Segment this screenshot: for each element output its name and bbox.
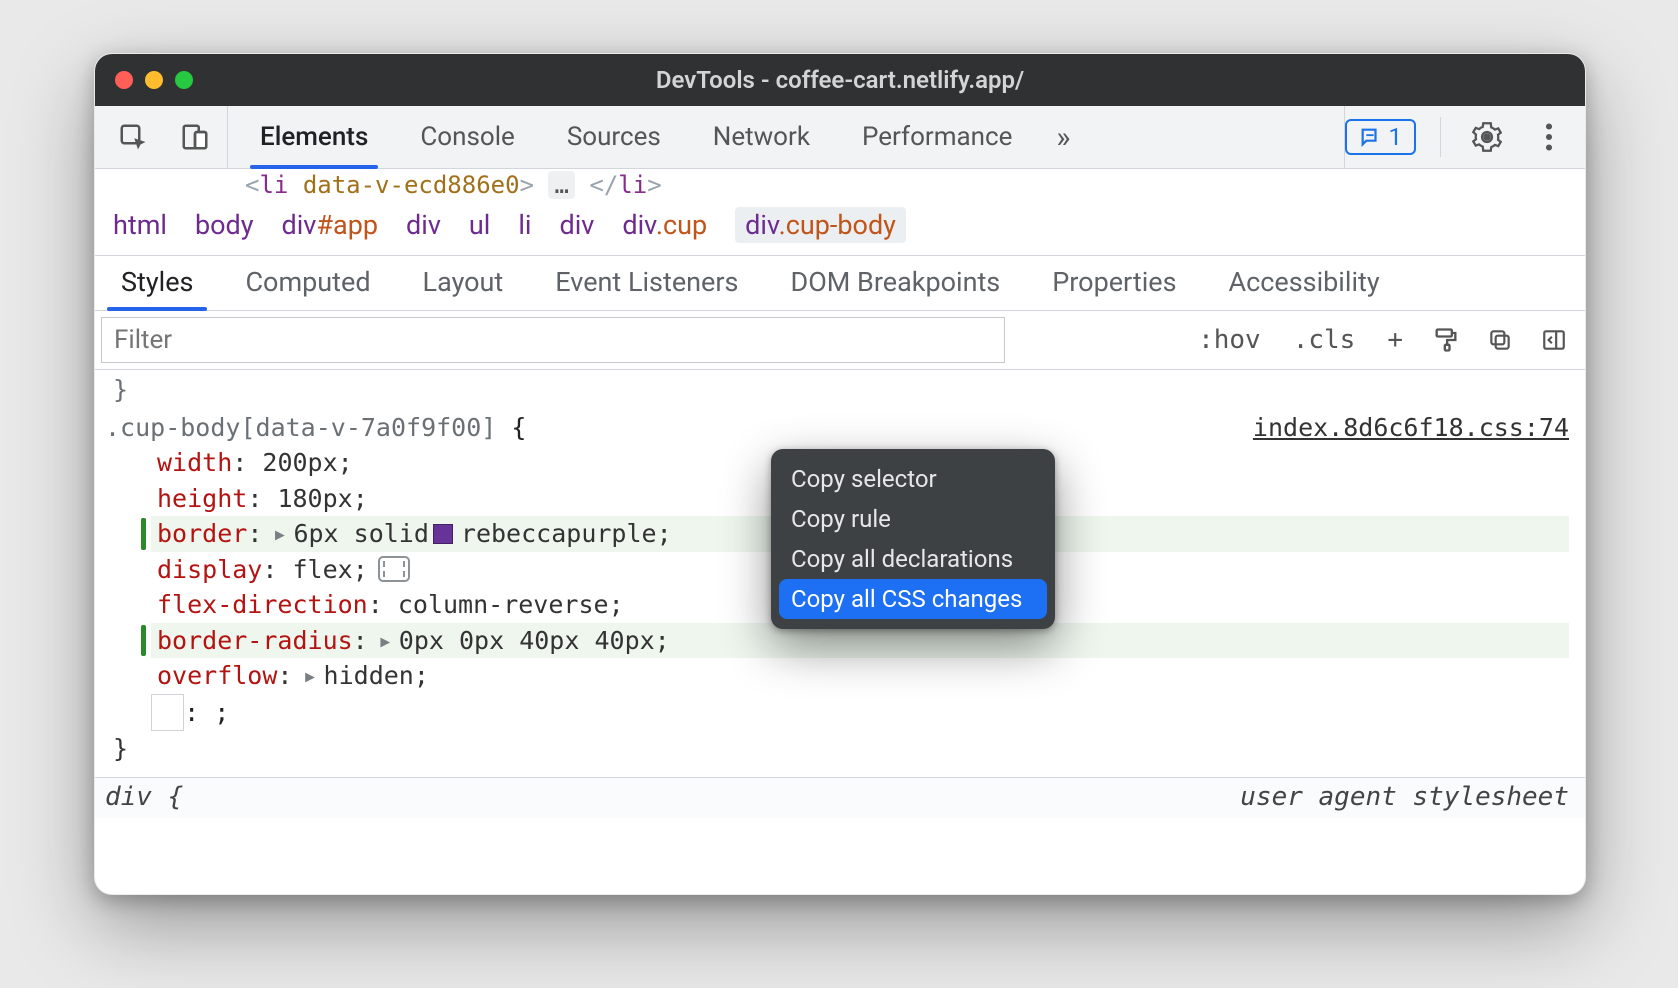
expand-icon[interactable]: ▸ [302, 658, 317, 694]
copy-icon[interactable] [1481, 321, 1519, 359]
styles-filter-input[interactable] [101, 317, 1005, 363]
rule-source-link[interactable]: index.8d6c6f18.css:74 [1253, 410, 1569, 446]
kebab-menu-icon[interactable] [1527, 115, 1571, 159]
tab-elements[interactable]: Elements [234, 106, 394, 168]
settings-icon[interactable] [1465, 115, 1509, 159]
dom-peek: <li data-v-ecd886e0> … </li> [95, 169, 1585, 201]
crumb-div2[interactable]: div [560, 209, 595, 241]
rule-selector[interactable]: .cup-body[data-v-7a0f9f00] [105, 413, 496, 442]
crumb-html[interactable]: html [113, 209, 167, 241]
window-title: DevTools - coffee-cart.netlify.app/ [95, 66, 1585, 94]
crumb-ul[interactable]: ul [469, 209, 490, 241]
crumb-div-app[interactable]: div#app [282, 209, 379, 241]
tab-performance[interactable]: Performance [836, 106, 1038, 168]
ctx-copy-all-css-changes[interactable]: Copy all CSS changes [779, 579, 1047, 619]
tabs-overflow[interactable]: » [1038, 106, 1088, 168]
cls-toggle[interactable]: .cls [1285, 321, 1364, 359]
crumb-body[interactable]: body [195, 209, 254, 241]
toolbar-left [101, 106, 228, 168]
device-toolbar-icon[interactable] [173, 115, 217, 159]
new-declaration[interactable]: : ; [105, 694, 1569, 732]
user-agent-rule: div { user agent stylesheet [95, 777, 1585, 818]
ctx-copy-rule[interactable]: Copy rule [779, 499, 1047, 539]
ua-selector[interactable]: div { [105, 782, 183, 812]
minimize-window-button[interactable] [145, 71, 163, 89]
devtools-window: DevTools - coffee-cart.netlify.app/ Elem… [94, 53, 1586, 895]
hov-toggle[interactable]: :hov [1190, 321, 1269, 359]
subtab-accessibility[interactable]: Accessibility [1203, 256, 1406, 310]
color-swatch-icon[interactable] [433, 524, 453, 544]
main-tabstrip: Elements Console Sources Network Perform… [95, 106, 1585, 169]
styles-filter-tools: :hov .cls + [1178, 321, 1585, 359]
context-menu: Copy selector Copy rule Copy all declara… [771, 449, 1055, 629]
tab-console[interactable]: Console [394, 106, 540, 168]
crumb-div-cup-body[interactable]: div.cup-body [735, 207, 906, 243]
decl-overflow[interactable]: overflow: ▸ hidden; [151, 658, 1569, 694]
ctx-copy-selector[interactable]: Copy selector [779, 459, 1047, 499]
flex-badge-icon[interactable] [378, 556, 410, 582]
subtab-properties[interactable]: Properties [1026, 256, 1202, 310]
separator [1440, 117, 1441, 157]
issues-icon [1359, 126, 1381, 148]
crumb-div-cup[interactable]: div.cup [622, 209, 707, 241]
ua-label: user agent stylesheet [1240, 782, 1569, 812]
styles-filterbar: :hov .cls + [95, 311, 1585, 370]
styles-subtabs: Styles Computed Layout Event Listeners D… [95, 256, 1585, 311]
tab-network[interactable]: Network [687, 106, 836, 168]
subtab-layout[interactable]: Layout [397, 256, 530, 310]
close-window-button[interactable] [115, 71, 133, 89]
expand-icon[interactable]: ▸ [272, 516, 287, 552]
subtab-dom-breakpoints[interactable]: DOM Breakpoints [764, 256, 1026, 310]
issues-count: 1 [1389, 123, 1403, 151]
titlebar: DevTools - coffee-cart.netlify.app/ [95, 54, 1585, 106]
main-tabs: Elements Console Sources Network Perform… [228, 106, 1344, 168]
subtab-event-listeners[interactable]: Event Listeners [529, 256, 764, 310]
paint-format-icon[interactable] [1427, 321, 1465, 359]
tab-sources[interactable]: Sources [541, 106, 687, 168]
computed-pane-toggle-icon[interactable] [1535, 321, 1573, 359]
rule-end-brace: } [105, 731, 1569, 767]
crumb-li[interactable]: li [518, 209, 531, 241]
zoom-window-button[interactable] [175, 71, 193, 89]
issues-badge[interactable]: 1 [1345, 119, 1417, 155]
inspect-element-icon[interactable] [111, 115, 155, 159]
subtab-styles[interactable]: Styles [95, 256, 219, 310]
crumb-div[interactable]: div [406, 209, 441, 241]
subtab-computed[interactable]: Computed [219, 256, 396, 310]
rule-header: .cup-body[data-v-7a0f9f00] { index.8d6c6… [105, 410, 1569, 446]
breadcrumb: html body div#app div ul li div div.cup … [95, 201, 1585, 256]
ctx-copy-all-declarations[interactable]: Copy all declarations [779, 539, 1047, 579]
styles-filter [101, 317, 1178, 363]
prev-rule-close: } [105, 372, 1569, 408]
new-style-rule[interactable]: + [1379, 321, 1411, 359]
window-controls [115, 71, 193, 89]
toolbar-right: 1 [1344, 106, 1580, 168]
expand-icon[interactable]: ▸ [378, 623, 393, 659]
